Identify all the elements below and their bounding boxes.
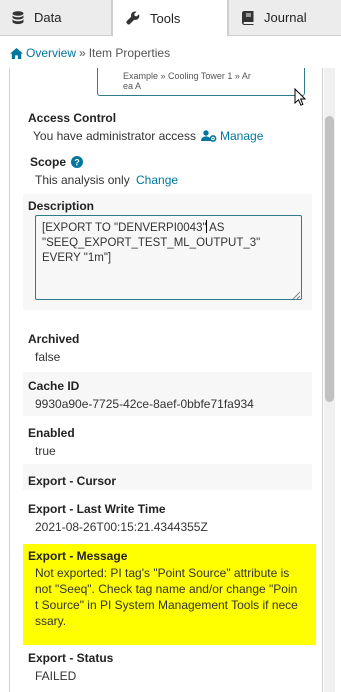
access-control-text: You have administrator access xyxy=(33,129,196,143)
asset-path-line2: ea A xyxy=(123,81,142,91)
archived-label: Archived xyxy=(28,332,80,346)
breadcrumb-overview-link[interactable]: Overview xyxy=(26,46,76,60)
tab-tools[interactable]: Tools xyxy=(112,0,228,37)
description-label: Description xyxy=(28,199,95,213)
export-status-value: FAILED xyxy=(35,669,77,683)
help-icon[interactable]: ? xyxy=(71,156,84,168)
export-last-write-time-label: Export - Last Write Time xyxy=(28,502,166,516)
export-message-line: not "Seeq". Check tag name and/or change… xyxy=(35,582,298,596)
export-last-write-time-value: 2021-08-26T00:15:21.4344355Z xyxy=(35,520,208,534)
enabled-label: Enabled xyxy=(28,426,75,440)
breadcrumb-current: Item Properties xyxy=(88,46,171,60)
manage-link-label: Manage xyxy=(220,129,264,143)
tab-data-label: Data xyxy=(34,10,62,25)
scope-text: This analysis only xyxy=(35,173,130,187)
text-caret xyxy=(206,220,207,233)
scope-label: Scope xyxy=(30,155,67,169)
export-status-label: Export - Status xyxy=(28,651,114,665)
export-message-line: t Source" in PI System Management Tools … xyxy=(35,598,298,612)
tab-journal[interactable]: Journal xyxy=(228,0,341,36)
scope-label-row: Scope ? xyxy=(30,155,84,169)
export-message-line: ssary. xyxy=(35,614,67,628)
users-cog-icon xyxy=(201,130,217,142)
archived-value: false xyxy=(35,350,61,364)
wrench-icon xyxy=(126,11,140,25)
tab-data[interactable]: Data xyxy=(0,0,112,36)
database-icon xyxy=(12,10,24,25)
mouse-cursor-icon xyxy=(294,87,307,110)
export-cursor-label: Export - Cursor xyxy=(28,474,117,488)
cache-id-value: 9930a90e-7725-42ce-8aef-0bbfe71fa934 xyxy=(35,397,254,411)
svg-text:?: ? xyxy=(74,157,80,167)
scrollbar-thumb[interactable] xyxy=(325,116,334,402)
access-control-label: Access Control xyxy=(28,111,117,125)
breadcrumb: Overview » Item Properties xyxy=(10,46,170,60)
cache-id-label: Cache ID xyxy=(28,379,80,393)
enabled-value: true xyxy=(35,444,56,458)
breadcrumb-separator: » xyxy=(79,46,86,60)
tab-bar: Data Tools Journal xyxy=(0,0,341,37)
manage-access-link[interactable]: Manage xyxy=(201,129,263,143)
export-message-line: Not exported: PI tag's "Point Source" at… xyxy=(35,566,290,580)
change-scope-link[interactable]: Change xyxy=(136,173,178,187)
tab-tools-label: Tools xyxy=(150,10,181,26)
asset-path-box: Example » Cooling Tower 1 » Ar ea A xyxy=(97,68,305,96)
tab-journal-label: Journal xyxy=(264,10,307,25)
export-message-value: Not exported: PI tag's "Point Source" at… xyxy=(35,565,315,629)
resize-handle-icon[interactable] xyxy=(292,289,301,303)
description-textarea[interactable]: [EXPORT TO "DENVERPI0043" AS "SEEQ_EXPOR… xyxy=(35,215,302,300)
book-icon xyxy=(242,10,254,25)
home-icon[interactable] xyxy=(10,47,23,59)
export-message-label: Export - Message xyxy=(28,549,128,563)
asset-path-line1: Example » Cooling Tower 1 » Ar xyxy=(123,71,251,81)
